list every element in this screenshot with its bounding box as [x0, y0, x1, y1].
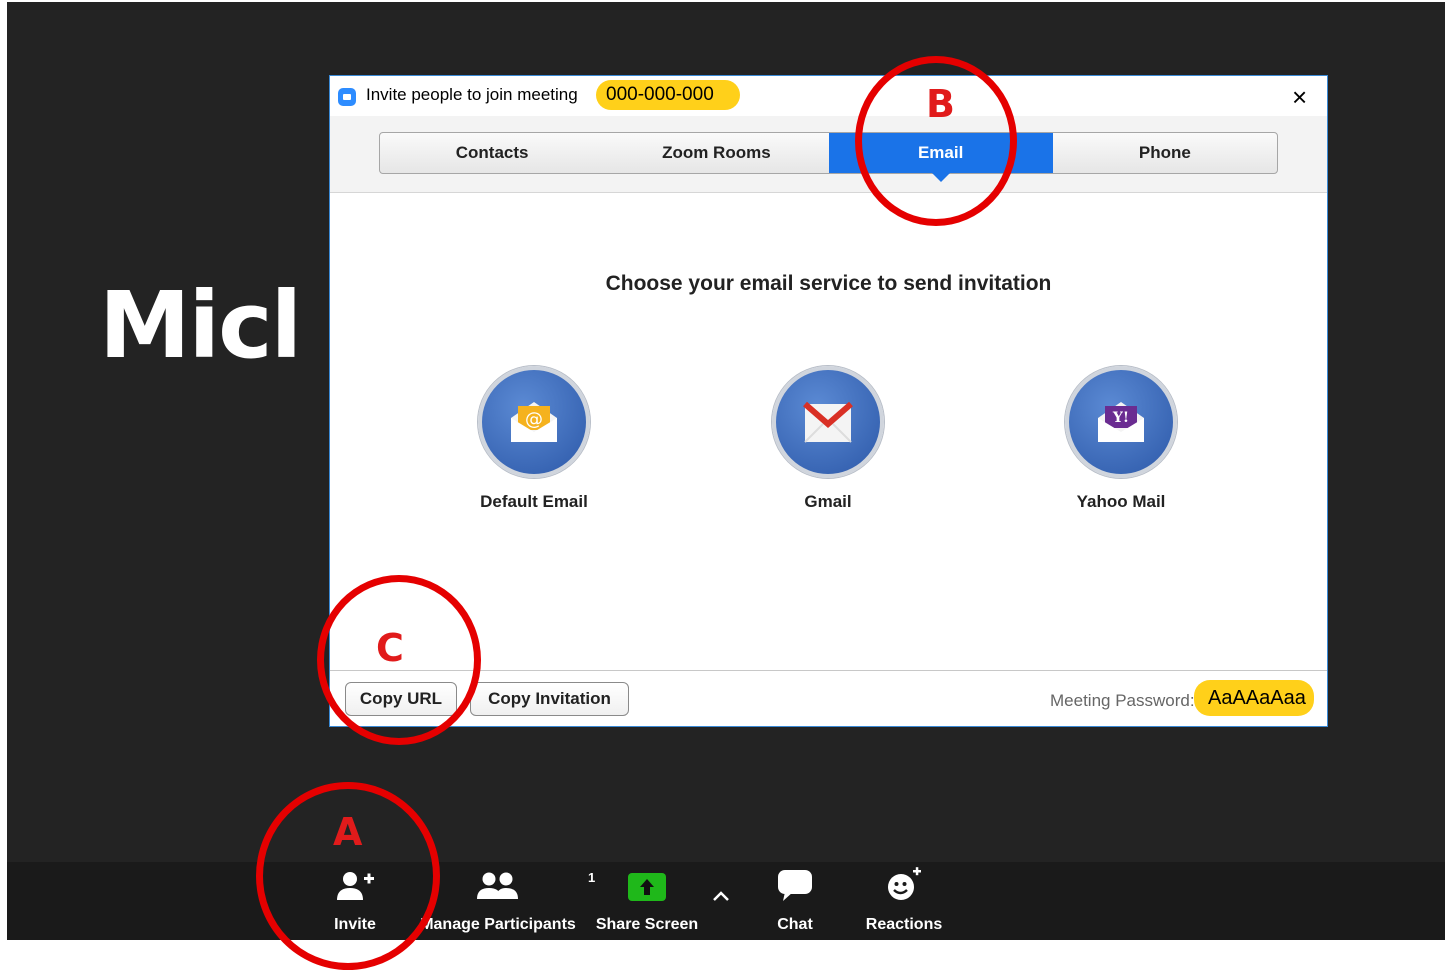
gmail-option[interactable]: Gmail [738, 366, 918, 512]
copy-url-button[interactable]: Copy URL [345, 682, 457, 716]
meeting-password-value: AaAAaAaa [1194, 680, 1314, 716]
copy-invitation-button[interactable]: Copy Invitation [470, 682, 629, 716]
share-screen-icon [627, 862, 667, 902]
reactions-label: Reactions [865, 916, 943, 933]
add-person-icon [335, 862, 375, 902]
tab-zoom-rooms[interactable]: Zoom Rooms [604, 133, 828, 173]
dialog-footer: Copy URL Copy Invitation Meeting Passwor… [330, 670, 1327, 726]
reactions-button[interactable]: Reactions [859, 862, 949, 940]
chat-label: Chat [777, 916, 813, 933]
meeting-id: 000-000-000 [596, 80, 740, 110]
tab-email[interactable]: Email [828, 133, 1053, 182]
share-screen-button[interactable]: Share Screen [592, 862, 702, 940]
manage-participants-button[interactable]: 1 Manage Participants [410, 862, 595, 940]
email-service-heading: Choose your email service to send invita… [605, 272, 1052, 295]
annotation-letter-b: B [926, 82, 955, 126]
invite-button[interactable]: Invite [323, 862, 387, 940]
default-email-option[interactable]: @ Default Email [444, 366, 624, 512]
invite-dialog: Invite people to join meeting 000-000-00… [329, 75, 1328, 727]
manage-participants-label: Manage Participants [420, 916, 576, 933]
invite-tabs: Contacts Zoom Rooms Email Phone [379, 132, 1278, 182]
gmail-icon [772, 366, 884, 478]
yahoo-mail-option[interactable]: Y! Yahoo Mail [1031, 366, 1211, 512]
svg-text:@: @ [525, 409, 543, 430]
participant-name: Micl [99, 272, 302, 379]
default-email-label: Default Email [480, 492, 588, 511]
tab-phone[interactable]: Phone [1053, 133, 1277, 173]
share-screen-label: Share Screen [595, 916, 699, 933]
yahoo-mail-icon: Y! [1065, 366, 1177, 478]
zoom-logo-icon [338, 88, 356, 106]
tab-contacts[interactable]: Contacts [380, 133, 604, 173]
chat-button[interactable]: Chat [760, 862, 830, 940]
annotation-letter-a: A [333, 810, 363, 854]
svg-text:Y!: Y! [1112, 410, 1129, 426]
tab-bar: Contacts Zoom Rooms Email Phone [330, 116, 1327, 193]
share-options-chevron-up-icon[interactable] [706, 884, 736, 908]
participants-icon: 1 [476, 862, 595, 902]
annotation-letter-c: C [376, 626, 404, 670]
dialog-titlebar: Invite people to join meeting 000-000-00… [330, 76, 1327, 116]
dialog-title: Invite people to join meeting [366, 85, 578, 104]
gmail-label: Gmail [804, 492, 852, 511]
default-email-icon: @ [478, 366, 590, 478]
yahoo-mail-label: Yahoo Mail [1076, 492, 1166, 511]
reactions-icon [884, 862, 924, 902]
meeting-password-label: Meeting Password: [1050, 691, 1195, 710]
invite-label: Invite [334, 916, 376, 933]
chat-icon [775, 862, 815, 902]
close-icon[interactable]: × [1292, 82, 1307, 113]
